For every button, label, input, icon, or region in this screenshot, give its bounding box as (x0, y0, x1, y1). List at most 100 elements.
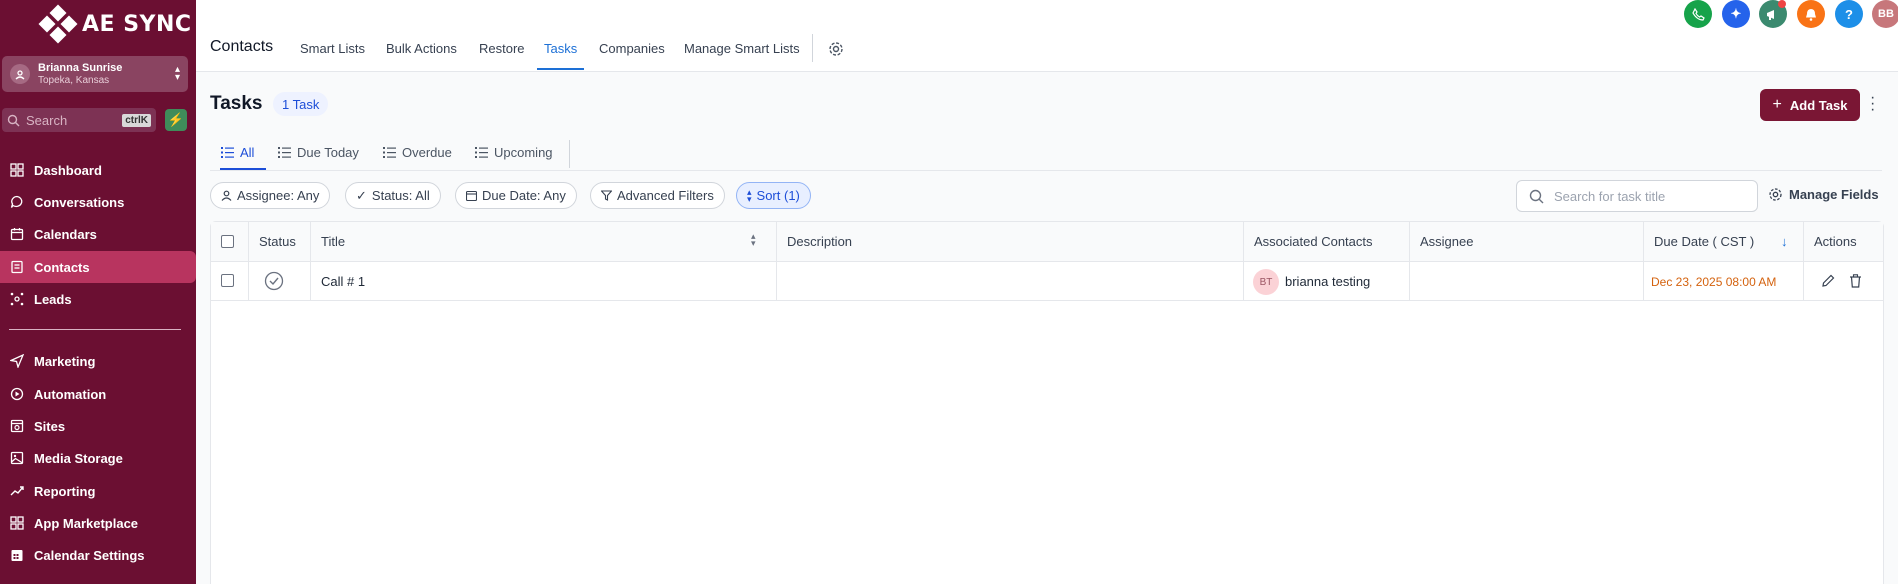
subtab-overdue[interactable]: Overdue (383, 145, 452, 160)
list-icon (278, 147, 291, 158)
column-header-due-date[interactable]: Due Date ( CST ) (1654, 234, 1754, 249)
megaphone-icon[interactable] (1759, 0, 1787, 28)
sparkle-icon[interactable]: ✦ (1722, 0, 1750, 28)
user-avatar[interactable]: BB (1872, 0, 1898, 28)
sidebar-item-media-storage[interactable]: Media Storage (0, 442, 196, 474)
sites-icon (9, 418, 25, 434)
sidebar: AE SYNC Brianna Sunrise Topeka, Kansas ▴… (0, 0, 196, 584)
filter-label: Advanced Filters (617, 188, 714, 203)
tab-companies[interactable]: Companies (599, 41, 665, 56)
more-options-icon[interactable]: · · · (1870, 90, 1875, 118)
image-icon (9, 450, 25, 466)
account-location: Topeka, Kansas (38, 75, 110, 86)
sidebar-item-label: Calendar Settings (34, 547, 145, 563)
filter-due-date[interactable]: Due Date: Any (455, 182, 577, 209)
tab-tasks[interactable]: Tasks (544, 41, 577, 56)
sidebar-item-label: Marketing (34, 353, 96, 369)
phone-icon[interactable] (1684, 0, 1712, 28)
sort-down-arrow-icon[interactable]: ↓ (1781, 234, 1788, 249)
table-row[interactable]: Call # 1 BT brianna testing Dec 23, 2025… (211, 262, 1883, 301)
trash-icon[interactable] (1849, 274, 1862, 291)
sidebar-divider (9, 329, 181, 330)
column-header-description[interactable]: Description (787, 234, 852, 249)
subtab-divider (569, 140, 570, 168)
sidebar-item-app-marketplace[interactable]: App Marketplace (0, 507, 196, 539)
column-header-title[interactable]: Title (321, 234, 345, 249)
quick-action-bolt-icon[interactable]: ⚡ (165, 109, 187, 131)
task-title[interactable]: Call # 1 (321, 274, 365, 289)
list-icon (221, 147, 234, 158)
subtab-label: Overdue (402, 145, 452, 160)
filter-label: Sort (1) (756, 188, 800, 203)
complete-task-icon[interactable] (264, 271, 284, 294)
subtabs-border (210, 170, 1882, 171)
sidebar-item-leads[interactable]: Leads (0, 283, 196, 315)
gear-icon[interactable] (827, 40, 845, 58)
tab-restore[interactable]: Restore (479, 41, 525, 56)
trend-icon (9, 483, 25, 499)
grid-icon (9, 162, 25, 178)
apps-icon (9, 515, 25, 531)
page-title: Tasks (210, 93, 263, 114)
column-header-assignee[interactable]: Assignee (1420, 234, 1473, 249)
chevron-updown-icon: ▴ ▾ (174, 64, 180, 83)
automation-icon (9, 386, 25, 402)
location-pin-icon (10, 64, 30, 84)
sort-updown-icon[interactable]: ▴ ▾ (751, 232, 756, 248)
manage-fields-button[interactable]: Manage Fields (1768, 187, 1879, 202)
tab-manage-smart-lists[interactable]: Manage Smart Lists (684, 41, 800, 56)
sidebar-search[interactable]: Search ctrlK (2, 108, 156, 132)
sidebar-search-placeholder: Search (26, 112, 68, 128)
tab-smart-lists[interactable]: Smart Lists (300, 41, 365, 56)
sidebar-item-calendars[interactable]: Calendars (0, 218, 196, 250)
list-icon (475, 147, 488, 158)
column-header-actions: Actions (1814, 234, 1857, 249)
add-task-button[interactable]: + Add Task (1760, 89, 1860, 121)
column-header-associated-contacts[interactable]: Associated Contacts (1254, 234, 1373, 249)
sidebar-item-dashboard[interactable]: Dashboard (0, 154, 196, 186)
subtab-due-today[interactable]: Due Today (278, 145, 359, 160)
sidebar-item-label: Contacts (34, 259, 90, 275)
subtab-upcoming[interactable]: Upcoming (475, 145, 553, 160)
account-switcher[interactable]: Brianna Sunrise Topeka, Kansas ▴ ▾ (2, 56, 188, 92)
brand-logo[interactable]: AE SYNC (38, 4, 192, 44)
tasks-table: Status Title ▴ ▾ Description Associated C… (210, 221, 1884, 584)
filter-label: Due Date: Any (482, 188, 566, 203)
edit-pencil-icon[interactable] (1821, 274, 1835, 291)
subtab-all[interactable]: All (221, 145, 254, 160)
sidebar-item-label: Sites (34, 418, 66, 434)
search-icon (1529, 189, 1544, 203)
column-header-status[interactable]: Status (259, 234, 296, 249)
filter-assignee[interactable]: Assignee: Any (210, 182, 331, 209)
sidebar-item-automation[interactable]: Automation (0, 378, 196, 410)
task-search-input[interactable]: Search for task title (1516, 180, 1758, 212)
brand-name: AE SYNC (82, 11, 192, 37)
sidebar-item-marketing[interactable]: Marketing (0, 345, 196, 377)
contact-name[interactable]: brianna testing (1285, 274, 1370, 289)
bell-icon[interactable] (1797, 0, 1825, 28)
calendar-grid-icon (9, 547, 25, 563)
help-icon[interactable]: ? (1835, 0, 1863, 28)
task-count-badge: 1 Task (273, 92, 329, 116)
subtab-label: Upcoming (494, 145, 553, 160)
funnel-icon (601, 190, 612, 201)
search-icon (7, 114, 20, 126)
filter-label: Assignee: Any (237, 188, 320, 203)
sidebar-item-calendar-settings[interactable]: Calendar Settings (0, 539, 196, 571)
sidebar-item-sites[interactable]: Sites (0, 410, 196, 442)
notification-dot (1778, 0, 1786, 8)
logo-mark-icon (38, 4, 78, 44)
sidebar-item-reporting[interactable]: Reporting (0, 475, 196, 507)
sidebar-item-contacts[interactable]: Contacts (0, 251, 196, 283)
sort-button[interactable]: ▴ ▾ Sort (1) (736, 182, 811, 209)
select-all-checkbox[interactable] (221, 235, 234, 248)
sidebar-item-label: Conversations (34, 194, 125, 210)
tab-bulk-actions[interactable]: Bulk Actions (386, 41, 457, 56)
filter-status[interactable]: ✓ Status: All (345, 182, 441, 209)
sidebar-item-label: App Marketplace (34, 515, 139, 531)
row-checkbox[interactable] (221, 274, 234, 287)
sidebar-item-conversations[interactable]: Conversations (0, 186, 196, 218)
filter-advanced[interactable]: Advanced Filters (590, 182, 725, 209)
subtab-label: Due Today (297, 145, 359, 160)
calendar-icon (9, 226, 25, 242)
